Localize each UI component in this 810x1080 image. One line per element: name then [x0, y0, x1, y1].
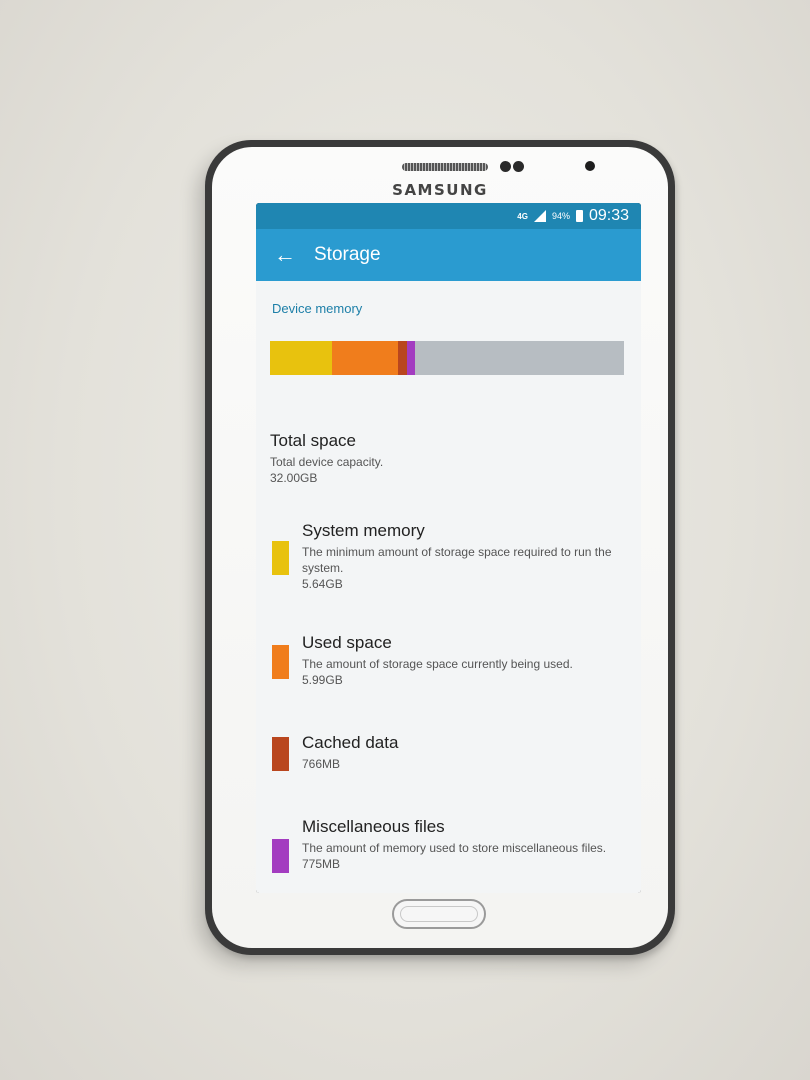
misc-files-swatch	[272, 839, 289, 873]
used-space-desc: The amount of storage space currently be…	[302, 657, 573, 671]
used-space-swatch	[272, 645, 289, 679]
cached-data-title: Cached data	[302, 733, 399, 752]
total-space-item[interactable]: Total space Total device capacity. 32.00…	[270, 431, 629, 486]
front-camera	[585, 161, 595, 171]
system-memory-title: System memory	[302, 521, 425, 540]
system-memory-desc: The minimum amount of storage space requ…	[302, 545, 612, 575]
home-button[interactable]	[392, 899, 486, 929]
system-memory-item[interactable]: System memory The minimum amount of stor…	[270, 521, 629, 592]
status-bar: 4G 94% 09:33	[256, 203, 641, 229]
cached-data-size: 766MB	[302, 757, 341, 771]
proximity-sensor	[500, 161, 511, 172]
earpiece-speaker	[402, 163, 488, 171]
phone: SAMSUNG 4G 94% 09:33 ← Storage Device me…	[205, 140, 675, 955]
usage-segment-system-memory	[270, 341, 333, 375]
brand-logo: SAMSUNG	[392, 181, 488, 199]
photo-background: SAMSUNG 4G 94% 09:33 ← Storage Device me…	[0, 0, 810, 1080]
used-space-size: 5.99GB	[302, 673, 343, 687]
page-title: Storage	[314, 244, 381, 265]
phone-face: SAMSUNG 4G 94% 09:33 ← Storage Device me…	[212, 147, 668, 948]
system-memory-size: 5.64GB	[302, 577, 343, 591]
battery-percent: 94%	[551, 211, 570, 221]
used-space-title: Used space	[302, 633, 392, 652]
light-sensor	[513, 161, 524, 172]
total-space-title: Total space	[270, 431, 356, 450]
network-indicator: 4G	[517, 211, 528, 221]
signal-icon	[533, 210, 546, 222]
clock: 09:33	[588, 207, 629, 224]
arrow-left-icon[interactable]: ←	[274, 244, 296, 266]
total-space-desc: Total device capacity.	[270, 455, 384, 469]
used-space-item[interactable]: Used space The amount of storage space c…	[270, 633, 629, 688]
storage-usage-bar	[270, 341, 624, 375]
system-memory-swatch	[272, 541, 289, 575]
phone-screen: 4G 94% 09:33 ← Storage Device memory Tot…	[256, 203, 641, 893]
battery-icon	[575, 210, 583, 222]
usage-segment-cached-data	[398, 341, 407, 375]
usage-segment-used-space	[332, 341, 399, 375]
usage-segment-miscellaneous-files	[406, 341, 416, 375]
total-space-size: 32.00GB	[270, 471, 318, 485]
cached-data-item[interactable]: Cached data 766MB	[270, 733, 629, 772]
storage-content: Device memory Total space Total device c…	[256, 281, 641, 893]
app-bar: ← Storage	[256, 229, 641, 281]
misc-files-desc: The amount of memory used to store misce…	[302, 841, 607, 855]
misc-files-size: 775MB	[302, 857, 341, 871]
section-label: Device memory	[272, 301, 363, 316]
misc-files-title: Miscellaneous files	[302, 817, 445, 836]
misc-files-item[interactable]: Miscellaneous files The amount of memory…	[270, 817, 629, 873]
cached-data-swatch	[272, 737, 289, 771]
